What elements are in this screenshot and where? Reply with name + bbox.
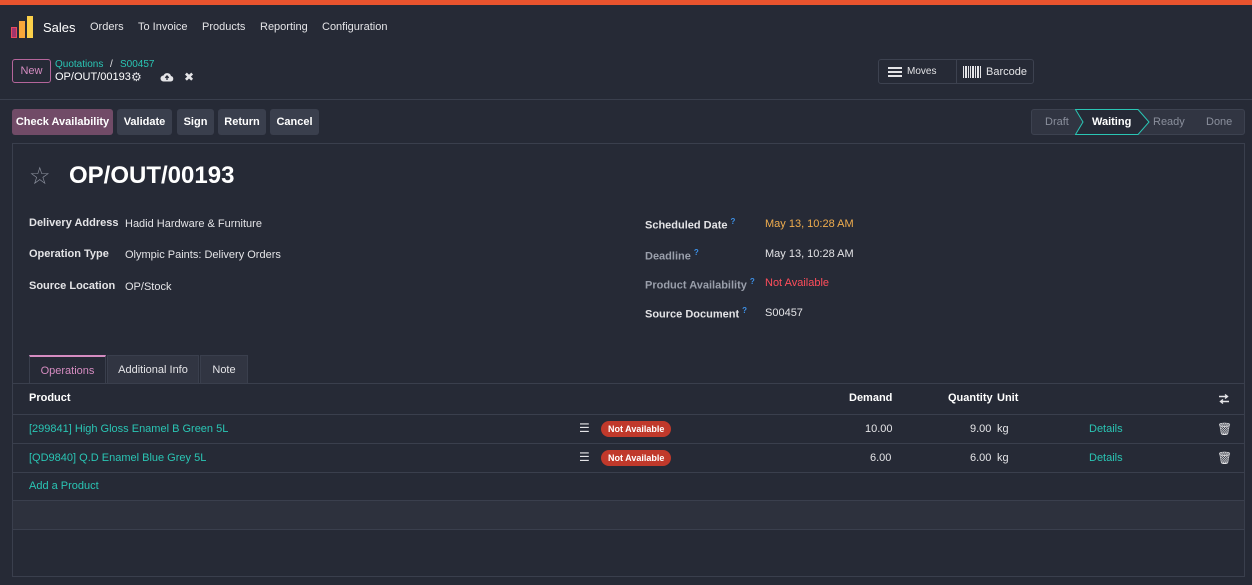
stage-waiting[interactable]: Waiting	[1092, 110, 1131, 134]
unit-value: kg	[997, 452, 1009, 464]
col-unit[interactable]: Unit	[997, 392, 1018, 404]
empty-row	[13, 501, 1244, 530]
main-navbar: Sales Orders To Invoice Products Reporti…	[0, 5, 1252, 48]
smart-divider	[956, 60, 957, 83]
deadline-value[interactable]: May 13, 10:28 AM	[765, 248, 854, 260]
nav-reporting[interactable]: Reporting	[260, 21, 308, 33]
col-demand[interactable]: Demand	[849, 392, 892, 404]
col-quantity[interactable]: Quantity	[948, 392, 993, 404]
nav-products[interactable]: Products	[202, 21, 245, 33]
add-product-link[interactable]: Add a Product	[29, 480, 99, 492]
operation-type-label: Operation Type	[29, 248, 109, 260]
cancel-button[interactable]: Cancel	[270, 109, 319, 135]
source-document-label: Source Document?	[645, 306, 748, 321]
record-title: OP/OUT/00193	[69, 162, 235, 189]
add-line-row: Add a Product	[13, 473, 1244, 501]
scheduled-date-value[interactable]: May 13, 10:28 AM	[765, 218, 854, 230]
detail-list-icon[interactable]: ☰	[579, 450, 590, 464]
list-icon	[888, 66, 902, 77]
moves-label: Moves	[907, 66, 937, 77]
quantity-value[interactable]: 6.00	[970, 452, 991, 464]
detail-list-icon[interactable]: ☰	[579, 421, 590, 435]
sales-app-icon[interactable]	[11, 16, 33, 38]
moves-button[interactable]: Moves	[888, 60, 936, 83]
details-link[interactable]: Details	[1089, 452, 1123, 464]
operation-type-value[interactable]: Olympic Paints: Delivery Orders	[125, 249, 281, 261]
quantity-value[interactable]: 9.00	[970, 423, 991, 435]
nav-orders[interactable]: Orders	[90, 21, 124, 33]
breadcrumb-order[interactable]: S00457	[120, 59, 154, 70]
form-sheet: ☆ OP/OUT/00193 Delivery Address Hadid Ha…	[12, 143, 1245, 577]
breadcrumb-separator: /	[110, 59, 113, 70]
nav-to-invoice[interactable]: To Invoice	[138, 21, 188, 33]
status-badge: Not Available	[601, 421, 672, 437]
barcode-label: Barcode	[986, 65, 1027, 78]
table-row[interactable]: [299841] High Gloss Enamel B Green 5L ☰ …	[13, 415, 1244, 444]
help-icon[interactable]: ?	[750, 277, 755, 286]
save-cloud-icon[interactable]	[160, 72, 174, 82]
control-panel: New Quotations / S00457 OP/OUT/00193 ⚙ ✖…	[0, 48, 1252, 100]
help-icon[interactable]: ?	[731, 217, 736, 226]
demand-value[interactable]: 10.00	[865, 423, 893, 435]
column-settings-icon[interactable]	[1218, 393, 1230, 405]
trash-icon[interactable]: 🗑	[1217, 451, 1232, 465]
source-location-label: Source Location	[29, 280, 116, 292]
demand-value[interactable]: 6.00	[870, 452, 891, 464]
source-document-value[interactable]: S00457	[765, 307, 803, 319]
breadcrumb-quotations[interactable]: Quotations	[55, 59, 103, 70]
deadline-label: Deadline?	[645, 248, 699, 263]
col-product[interactable]: Product	[29, 392, 71, 404]
return-button[interactable]: Return	[218, 109, 266, 135]
delivery-address-label: Delivery Address	[29, 217, 119, 229]
source-location-value[interactable]: OP/Stock	[125, 281, 171, 293]
tab-note[interactable]: Note	[200, 355, 248, 383]
table-header: Product Demand Quantity Unit	[13, 384, 1244, 415]
smart-buttons: Moves Barcode	[878, 59, 1034, 84]
barcode-icon	[963, 65, 981, 78]
help-icon[interactable]: ?	[742, 306, 747, 315]
trash-icon[interactable]: 🗑	[1217, 422, 1232, 436]
discard-icon[interactable]: ✖	[184, 70, 194, 84]
operations-table: Product Demand Quantity Unit [299841] Hi…	[13, 383, 1244, 530]
check-availability-button[interactable]: Check Availability	[12, 109, 113, 135]
stage-selector: Draft Waiting Ready Done	[1031, 109, 1245, 135]
product-availability-label: Product Availability?	[645, 277, 755, 292]
unit-value: kg	[997, 423, 1009, 435]
validate-button[interactable]: Validate	[117, 109, 172, 135]
help-icon[interactable]: ?	[694, 248, 699, 257]
stage-ready[interactable]: Ready	[1153, 110, 1185, 134]
gear-icon[interactable]: ⚙	[131, 70, 142, 84]
delivery-address-value[interactable]: Hadid Hardware & Furniture	[125, 218, 262, 230]
stage-done[interactable]: Done	[1206, 110, 1232, 134]
tab-additional-info[interactable]: Additional Info	[107, 355, 199, 383]
details-link[interactable]: Details	[1089, 423, 1123, 435]
product-availability-value: Not Available	[765, 277, 830, 289]
star-icon[interactable]: ☆	[29, 162, 51, 191]
barcode-button[interactable]: Barcode	[963, 60, 1027, 83]
new-button[interactable]: New	[12, 59, 51, 83]
table-row[interactable]: [QD9840] Q.D Enamel Blue Grey 5L ☰ Not A…	[13, 444, 1244, 473]
tab-operations[interactable]: Operations	[29, 355, 106, 383]
status-badge: Not Available	[601, 450, 672, 466]
app-name[interactable]: Sales	[43, 20, 76, 35]
scheduled-date-label: Scheduled Date?	[645, 217, 736, 232]
sign-button[interactable]: Sign	[177, 109, 214, 135]
product-name[interactable]: [QD9840] Q.D Enamel Blue Grey 5L	[29, 452, 206, 464]
nav-configuration[interactable]: Configuration	[322, 21, 387, 33]
status-bar: Check Availability Validate Sign Return …	[0, 101, 1252, 141]
stage-draft[interactable]: Draft	[1045, 110, 1069, 134]
product-name[interactable]: [299841] High Gloss Enamel B Green 5L	[29, 423, 228, 435]
breadcrumb-current: OP/OUT/00193	[55, 71, 131, 83]
